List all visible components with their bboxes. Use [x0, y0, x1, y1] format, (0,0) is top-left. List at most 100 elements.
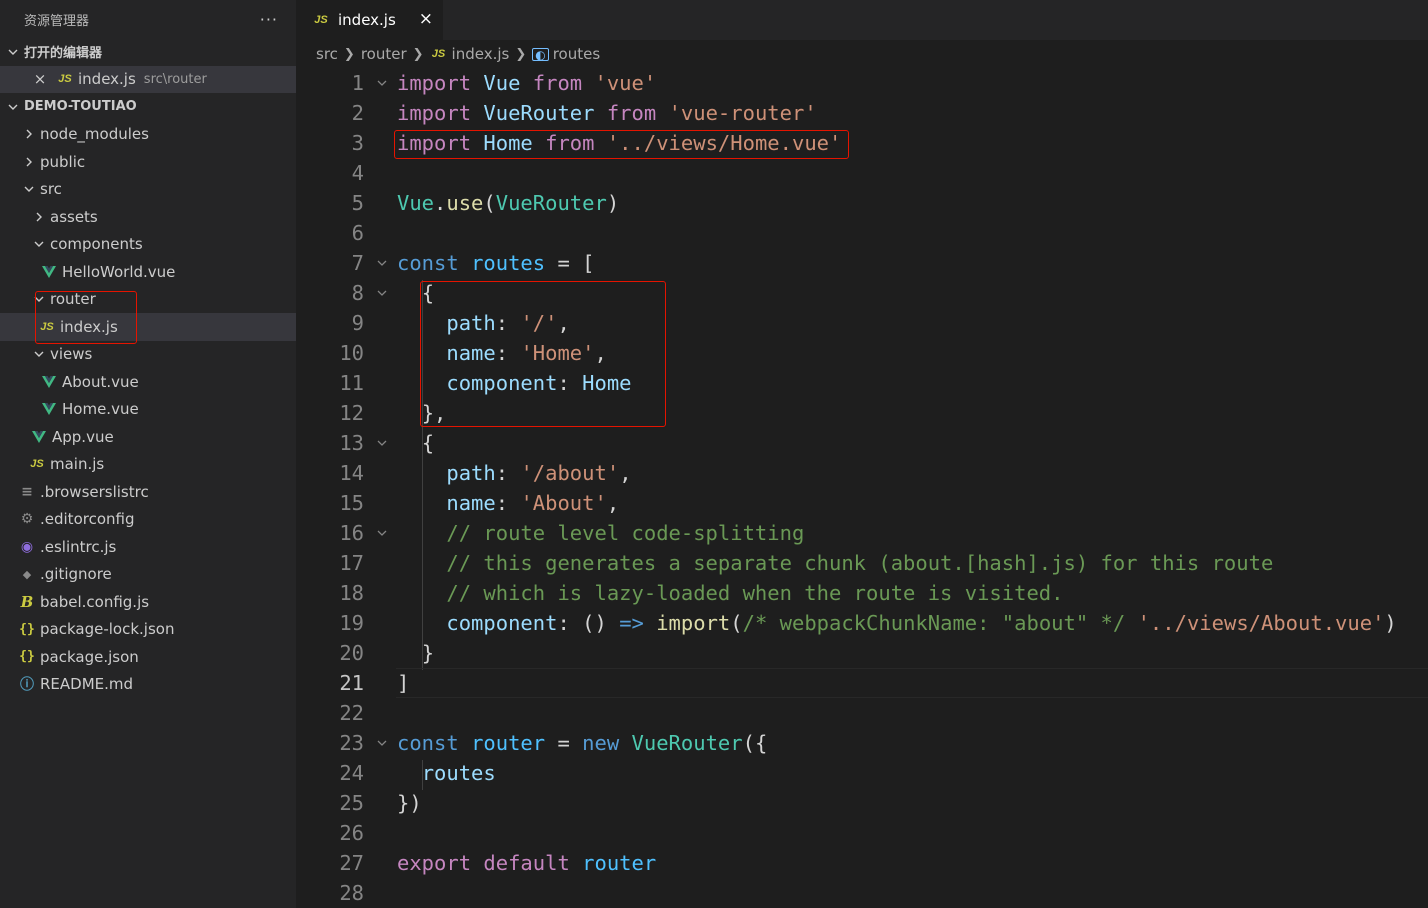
tree-label: .browserslistrc [40, 482, 149, 501]
line-number: 12 [339, 401, 364, 425]
tree-folder-views[interactable]: views [0, 341, 296, 369]
explorer-header: 资源管理器 ··· [0, 0, 296, 38]
tab-label: index.js [338, 11, 396, 29]
line-number: 6 [351, 221, 364, 245]
close-icon[interactable]: × [419, 9, 433, 29]
tab-index-js[interactable]: JS index.js × [296, 0, 443, 40]
chevron-right-icon: ❯ [515, 46, 527, 62]
chevron-down-icon[interactable] [376, 428, 388, 458]
line-number: 10 [339, 341, 364, 365]
code-line: 13 { [296, 428, 1428, 458]
tab-bar: JS index.js × [296, 0, 1428, 40]
more-actions-icon[interactable]: ··· [260, 10, 278, 29]
chevron-right-icon [22, 128, 36, 140]
chevron-down-icon[interactable] [376, 728, 388, 758]
tree-label: views [50, 345, 93, 364]
tree-file-package-lock[interactable]: {} package-lock.json [0, 616, 296, 644]
code-line: 15 name: 'About', [296, 488, 1428, 518]
code-line: 6 [296, 218, 1428, 248]
tree-label: package-lock.json [40, 620, 175, 639]
js-file-icon: JS [40, 320, 54, 333]
json-icon: {} [19, 621, 35, 637]
chevron-down-icon [6, 101, 20, 113]
tree-file-readme[interactable]: ⓘ README.md [0, 671, 296, 699]
tree-folder-node-modules[interactable]: node_modules [0, 121, 296, 149]
code-line: 10 name: 'Home', [296, 338, 1428, 368]
tree-folder-public[interactable]: public [0, 148, 296, 176]
tree-folder-src[interactable]: src [0, 176, 296, 204]
line-number: 23 [339, 731, 364, 755]
project-section[interactable]: DEMO-TOUTIAO [0, 93, 296, 121]
chevron-down-icon[interactable] [376, 248, 388, 278]
js-file-icon: JS [30, 458, 44, 471]
line-number: 15 [339, 491, 364, 515]
code-line: 28 [296, 878, 1428, 908]
code-editor[interactable]: 1 import Vue from 'vue' 2 import VueRouter… [296, 68, 1428, 908]
line-number: 25 [339, 791, 364, 815]
code-line: 9 path: '/', [296, 308, 1428, 338]
tree-label: src [40, 180, 62, 199]
tree-file-helloworld[interactable]: HelloWorld.vue [0, 258, 296, 286]
js-file-icon: JS [314, 14, 328, 26]
tree-file-main[interactable]: JS main.js [0, 451, 296, 479]
eslint-icon: ◉ [20, 538, 34, 555]
chevron-down-icon [376, 68, 388, 98]
gear-icon: ⚙ [20, 511, 34, 528]
tree-file-about[interactable]: About.vue [0, 368, 296, 396]
close-icon[interactable]: × [32, 70, 48, 88]
code-line: 23 const router = new VueRouter({ [296, 728, 1428, 758]
explorer-title: 资源管理器 [24, 13, 90, 29]
chevron-right-icon [32, 211, 46, 223]
breadcrumb-symbol[interactable]: routes [553, 45, 600, 63]
open-editors-label: 打开的编辑器 [24, 46, 103, 62]
code-line: 20 } [296, 638, 1428, 668]
tree-file-app[interactable]: App.vue [0, 423, 296, 451]
tree-file-package[interactable]: {} package.json [0, 643, 296, 671]
chevron-down-icon[interactable] [376, 518, 388, 548]
line-number: 9 [351, 311, 364, 335]
line-number: 16 [339, 521, 364, 545]
tree-file-home[interactable]: Home.vue [0, 396, 296, 424]
breadcrumb: src ❯ router ❯ JS index.js ❯ ◐ routes [296, 40, 1428, 68]
tree-file-eslintrc[interactable]: ◉ .eslintrc.js [0, 533, 296, 561]
code-line: 8 { [296, 278, 1428, 308]
line-number: 11 [339, 371, 364, 395]
code-line-active: 21] [296, 668, 1428, 698]
tree-label: About.vue [62, 372, 139, 391]
tree-folder-components[interactable]: components [0, 231, 296, 259]
chevron-down-icon [32, 238, 46, 250]
tree-label: public [40, 152, 86, 171]
line-number: 21 [339, 671, 364, 695]
line-number: 5 [351, 191, 364, 215]
code-line: 16 // route level code-splitting [296, 518, 1428, 548]
tree-file-editorconfig[interactable]: ⚙ .editorconfig [0, 506, 296, 534]
tree-file-gitignore[interactable]: ◆ .gitignore [0, 561, 296, 589]
tree-file-babel[interactable]: B babel.config.js [0, 588, 296, 616]
breadcrumb-file[interactable]: index.js [452, 45, 510, 63]
open-editors-section[interactable]: 打开的编辑器 [0, 38, 296, 66]
tree-file-router-index[interactable]: JS index.js [0, 313, 296, 341]
tree-label: main.js [50, 455, 105, 474]
project-label: DEMO-TOUTIAO [24, 99, 137, 115]
line-number: 20 [339, 641, 364, 665]
chevron-down-icon [32, 348, 46, 360]
breadcrumb-src[interactable]: src [316, 45, 338, 63]
vue-file-icon [40, 375, 58, 388]
vue-file-icon [40, 265, 58, 278]
tree-label: App.vue [52, 427, 114, 446]
lines-icon: ≡ [21, 483, 33, 500]
chevron-down-icon[interactable] [376, 278, 388, 308]
tree-label: README.md [40, 675, 134, 694]
js-file-icon: JS [431, 48, 446, 60]
chevron-right-icon: ❯ [412, 46, 424, 62]
line-number: 13 [339, 431, 364, 455]
code-line: 3 import Home from '../views/Home.vue' [296, 128, 1428, 158]
breadcrumb-router[interactable]: router [361, 45, 407, 63]
tree-folder-router[interactable]: router [0, 286, 296, 314]
tree-folder-assets[interactable]: assets [0, 203, 296, 231]
tree-label: HelloWorld.vue [62, 262, 176, 281]
open-editor-item[interactable]: × JS index.js src\router [0, 65, 296, 93]
chevron-right-icon: ❯ [343, 46, 355, 62]
tree-file-browserslistrc[interactable]: ≡ .browserslistrc [0, 478, 296, 506]
vue-file-icon [40, 403, 58, 416]
